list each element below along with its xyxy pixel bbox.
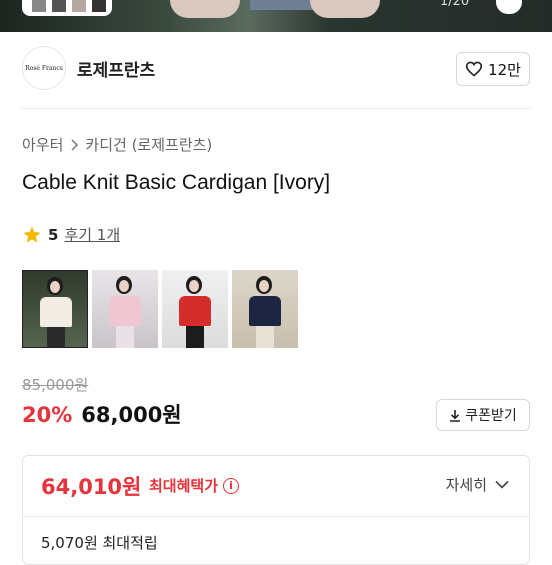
max-points: 5,070원 최대적립 — [41, 534, 158, 552]
breadcrumb-subcategory[interactable]: 카디건 (로제프란츠) — [85, 134, 212, 155]
image-counter: 1/20 — [440, 0, 470, 9]
gallery-thumbnail[interactable] — [92, 270, 158, 348]
share-button[interactable] — [496, 0, 522, 14]
store-name[interactable]: 로제프란츠 — [77, 56, 155, 81]
product-hero-image[interactable]: 1/20 — [0, 0, 552, 32]
coupon-button[interactable]: 쿠폰받기 — [436, 399, 530, 431]
original-price: 85,000원 — [22, 376, 89, 394]
details-toggle[interactable]: 자세히 — [446, 474, 509, 495]
hero-thumbnail-strip[interactable] — [22, 0, 112, 16]
price-row: 20% 68,000원 — [22, 399, 182, 429]
hero-model-leg — [170, 0, 240, 18]
max-benefit-label: 최대혜택가 — [149, 477, 219, 495]
max-benefit-label-group: 최대혜택가 i — [149, 475, 240, 496]
coupon-label: 쿠폰받기 — [465, 408, 517, 424]
details-label: 자세히 — [445, 476, 487, 494]
like-button[interactable]: 12만 — [456, 52, 530, 86]
gallery-thumbnail[interactable] — [162, 270, 228, 348]
breadcrumb: 아우터 카디건 (로제프란츠) — [22, 134, 212, 155]
product-title: Cable Knit Basic Cardigan [Ivory] — [22, 171, 331, 194]
sale-price: 68,000원 — [81, 403, 182, 427]
review-link[interactable]: 후기 1개 — [64, 224, 120, 245]
gallery-thumbnail[interactable] — [232, 270, 298, 348]
store-logo[interactable]: Rosé Francs — [22, 46, 66, 90]
max-benefit-box: 64,010원 최대혜택가 i 자세히 5,070원 최대적립 — [22, 455, 530, 565]
like-count: 12만 — [488, 60, 521, 79]
rating-score: 5 — [48, 225, 59, 244]
max-benefit-price: 64,010원 — [41, 475, 142, 499]
info-icon[interactable]: i — [223, 477, 240, 494]
discount-rate: 20% — [22, 403, 73, 427]
breadcrumb-category[interactable]: 아우터 — [22, 134, 63, 155]
star-icon — [23, 226, 41, 242]
divider — [22, 108, 530, 109]
benefit-divider — [23, 516, 529, 517]
chevron-down-icon — [495, 480, 509, 489]
gallery-thumbnail[interactable] — [22, 270, 88, 348]
hero-model-leg — [310, 0, 380, 18]
rating-row: 5 후기 1개 — [22, 224, 120, 245]
chevron-right-icon — [71, 138, 79, 151]
heart-icon — [465, 61, 483, 77]
store-row[interactable]: Rosé Francs 로제프란츠 12만 — [22, 46, 530, 94]
review-photo-gallery — [22, 270, 298, 348]
download-icon — [450, 409, 461, 422]
